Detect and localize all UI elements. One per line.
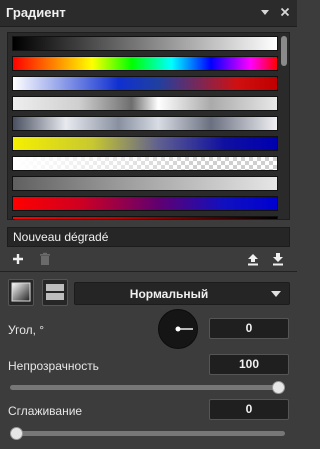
linear-gradient-type-button[interactable] — [8, 279, 34, 306]
scrollbar-thumb[interactable] — [281, 36, 287, 66]
panel-titlebar: Градиент — [0, 0, 297, 27]
angle-label: Угол, ° — [8, 323, 45, 337]
gradient-panel: Градиент Нор — [0, 0, 297, 449]
gradient-swatch-white-transparent[interactable] — [12, 156, 278, 171]
radial-gradient-type-button[interactable] — [42, 279, 68, 306]
angle-input[interactable]: 0 — [209, 318, 289, 339]
upload-icon[interactable] — [246, 252, 260, 266]
smoothing-label: Сглаживание — [8, 404, 83, 418]
trash-icon[interactable] — [38, 252, 52, 266]
smoothing-slider-handle[interactable] — [10, 427, 23, 440]
split-gradient-icon — [46, 284, 64, 300]
menu-down-icon[interactable] — [258, 5, 272, 19]
opacity-label: Непрозрачность — [8, 359, 99, 373]
gradient-swatch-gray-white[interactable] — [12, 176, 278, 191]
opacity-input[interactable]: 100 — [209, 354, 289, 375]
gradient-list[interactable] — [7, 32, 290, 220]
gradient-swatch-black-white[interactable] — [12, 36, 278, 51]
gradient-name-field[interactable] — [7, 227, 290, 247]
gradient-swatch-silver[interactable] — [12, 96, 278, 111]
linear-gradient-icon — [11, 282, 31, 302]
opacity-slider[interactable] — [10, 381, 285, 394]
opacity-slider-handle[interactable] — [272, 381, 285, 394]
angle-dial[interactable] — [158, 309, 198, 349]
gradient-swatch-spectrum[interactable] — [12, 56, 278, 71]
gradient-swatch-red-blue[interactable] — [12, 196, 278, 211]
gradient-swatch-white-blue-red[interactable] — [12, 76, 278, 91]
panel-title: Градиент — [6, 5, 66, 20]
smoothing-slider[interactable] — [10, 427, 285, 440]
angle-dial-indicator — [175, 326, 193, 332]
chevron-down-icon — [271, 291, 281, 297]
blend-mode-value: Нормальный — [129, 287, 209, 301]
blend-mode-dropdown[interactable]: Нормальный — [74, 282, 290, 305]
smoothing-input[interactable]: 0 — [209, 399, 289, 420]
gradient-swatch-steel[interactable] — [12, 116, 278, 131]
close-icon[interactable] — [278, 5, 292, 19]
gradient-swatch-red-black[interactable] — [12, 216, 278, 219]
scrollbar[interactable] — [281, 36, 287, 216]
plus-icon[interactable] — [11, 252, 25, 266]
download-icon[interactable] — [271, 252, 285, 266]
section-divider — [0, 271, 297, 272]
gradient-swatch-yellow-blue[interactable] — [12, 136, 278, 151]
